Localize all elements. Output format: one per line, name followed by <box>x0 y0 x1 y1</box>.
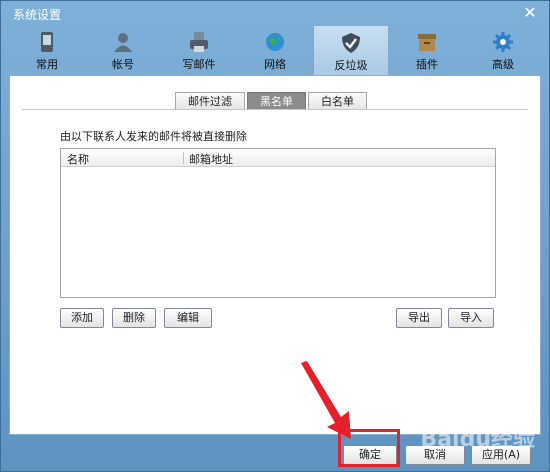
tab-antispam[interactable]: 反垃圾 <box>313 25 389 75</box>
tab-label: 帐号 <box>112 58 134 71</box>
column-header-email[interactable]: 邮箱地址 <box>189 151 233 167</box>
close-icon[interactable]: ✕ <box>521 4 539 22</box>
settings-toolbar: 常用 帐号 写邮件 网络 反垃圾 插件 高级 <box>9 25 541 75</box>
tab-advanced[interactable]: 高级 <box>465 25 541 75</box>
tab-plugins[interactable]: 插件 <box>389 25 465 75</box>
user-icon <box>114 33 132 52</box>
subtab-mail-filter[interactable]: 邮件过滤 <box>175 92 245 110</box>
blacklist-description: 由以下联系人发来的邮件将被直接删除 <box>60 130 247 143</box>
table-header: 名称 邮箱地址 <box>61 149 495 167</box>
shield-icon <box>342 33 360 53</box>
delete-button[interactable]: 删除 <box>112 308 156 328</box>
tab-label: 高级 <box>492 58 514 71</box>
edit-button[interactable]: 编辑 <box>164 308 212 328</box>
import-button[interactable]: 导入 <box>448 308 494 328</box>
tab-network[interactable]: 网络 <box>237 25 313 75</box>
watermark-logo: Baidu经验 <box>420 427 535 452</box>
column-header-name[interactable]: 名称 <box>67 151 89 167</box>
highlight-box <box>338 429 400 467</box>
tab-general[interactable]: 常用 <box>9 25 85 75</box>
phone-icon <box>41 32 53 52</box>
tab-label: 网络 <box>264 58 286 71</box>
subtab-blacklist[interactable]: 黑名单 <box>247 92 306 110</box>
export-button[interactable]: 导出 <box>396 308 442 328</box>
subtab-bar: 邮件过滤 黑名单 白名单 <box>175 92 369 110</box>
tab-label: 插件 <box>416 58 438 71</box>
settings-window: 系统设置 ✕ 常用 帐号 写邮件 网络 反垃圾 插件 高级 邮件过滤 黑名单 白… <box>0 0 550 472</box>
column-divider[interactable] <box>183 152 184 164</box>
divider <box>22 109 528 110</box>
tab-label: 反垃圾 <box>334 59 368 72</box>
tab-compose[interactable]: 写邮件 <box>161 25 237 75</box>
antispam-panel: 邮件过滤 黑名单 白名单 由以下联系人发来的邮件将被直接删除 名称 邮箱地址 添… <box>9 75 541 435</box>
globe-icon <box>266 33 284 51</box>
tab-label: 写邮件 <box>182 58 216 71</box>
window-title: 系统设置 <box>13 8 62 22</box>
blacklist-table[interactable]: 名称 邮箱地址 <box>60 148 496 298</box>
tab-account[interactable]: 帐号 <box>85 25 161 75</box>
title-bar[interactable]: 系统设置 ✕ <box>1 1 549 25</box>
tab-label: 常用 <box>36 58 58 71</box>
box-icon <box>418 34 436 51</box>
printer-icon <box>190 32 208 52</box>
gear-icon <box>493 32 513 52</box>
add-button[interactable]: 添加 <box>60 308 104 328</box>
subtab-whitelist[interactable]: 白名单 <box>308 92 367 110</box>
